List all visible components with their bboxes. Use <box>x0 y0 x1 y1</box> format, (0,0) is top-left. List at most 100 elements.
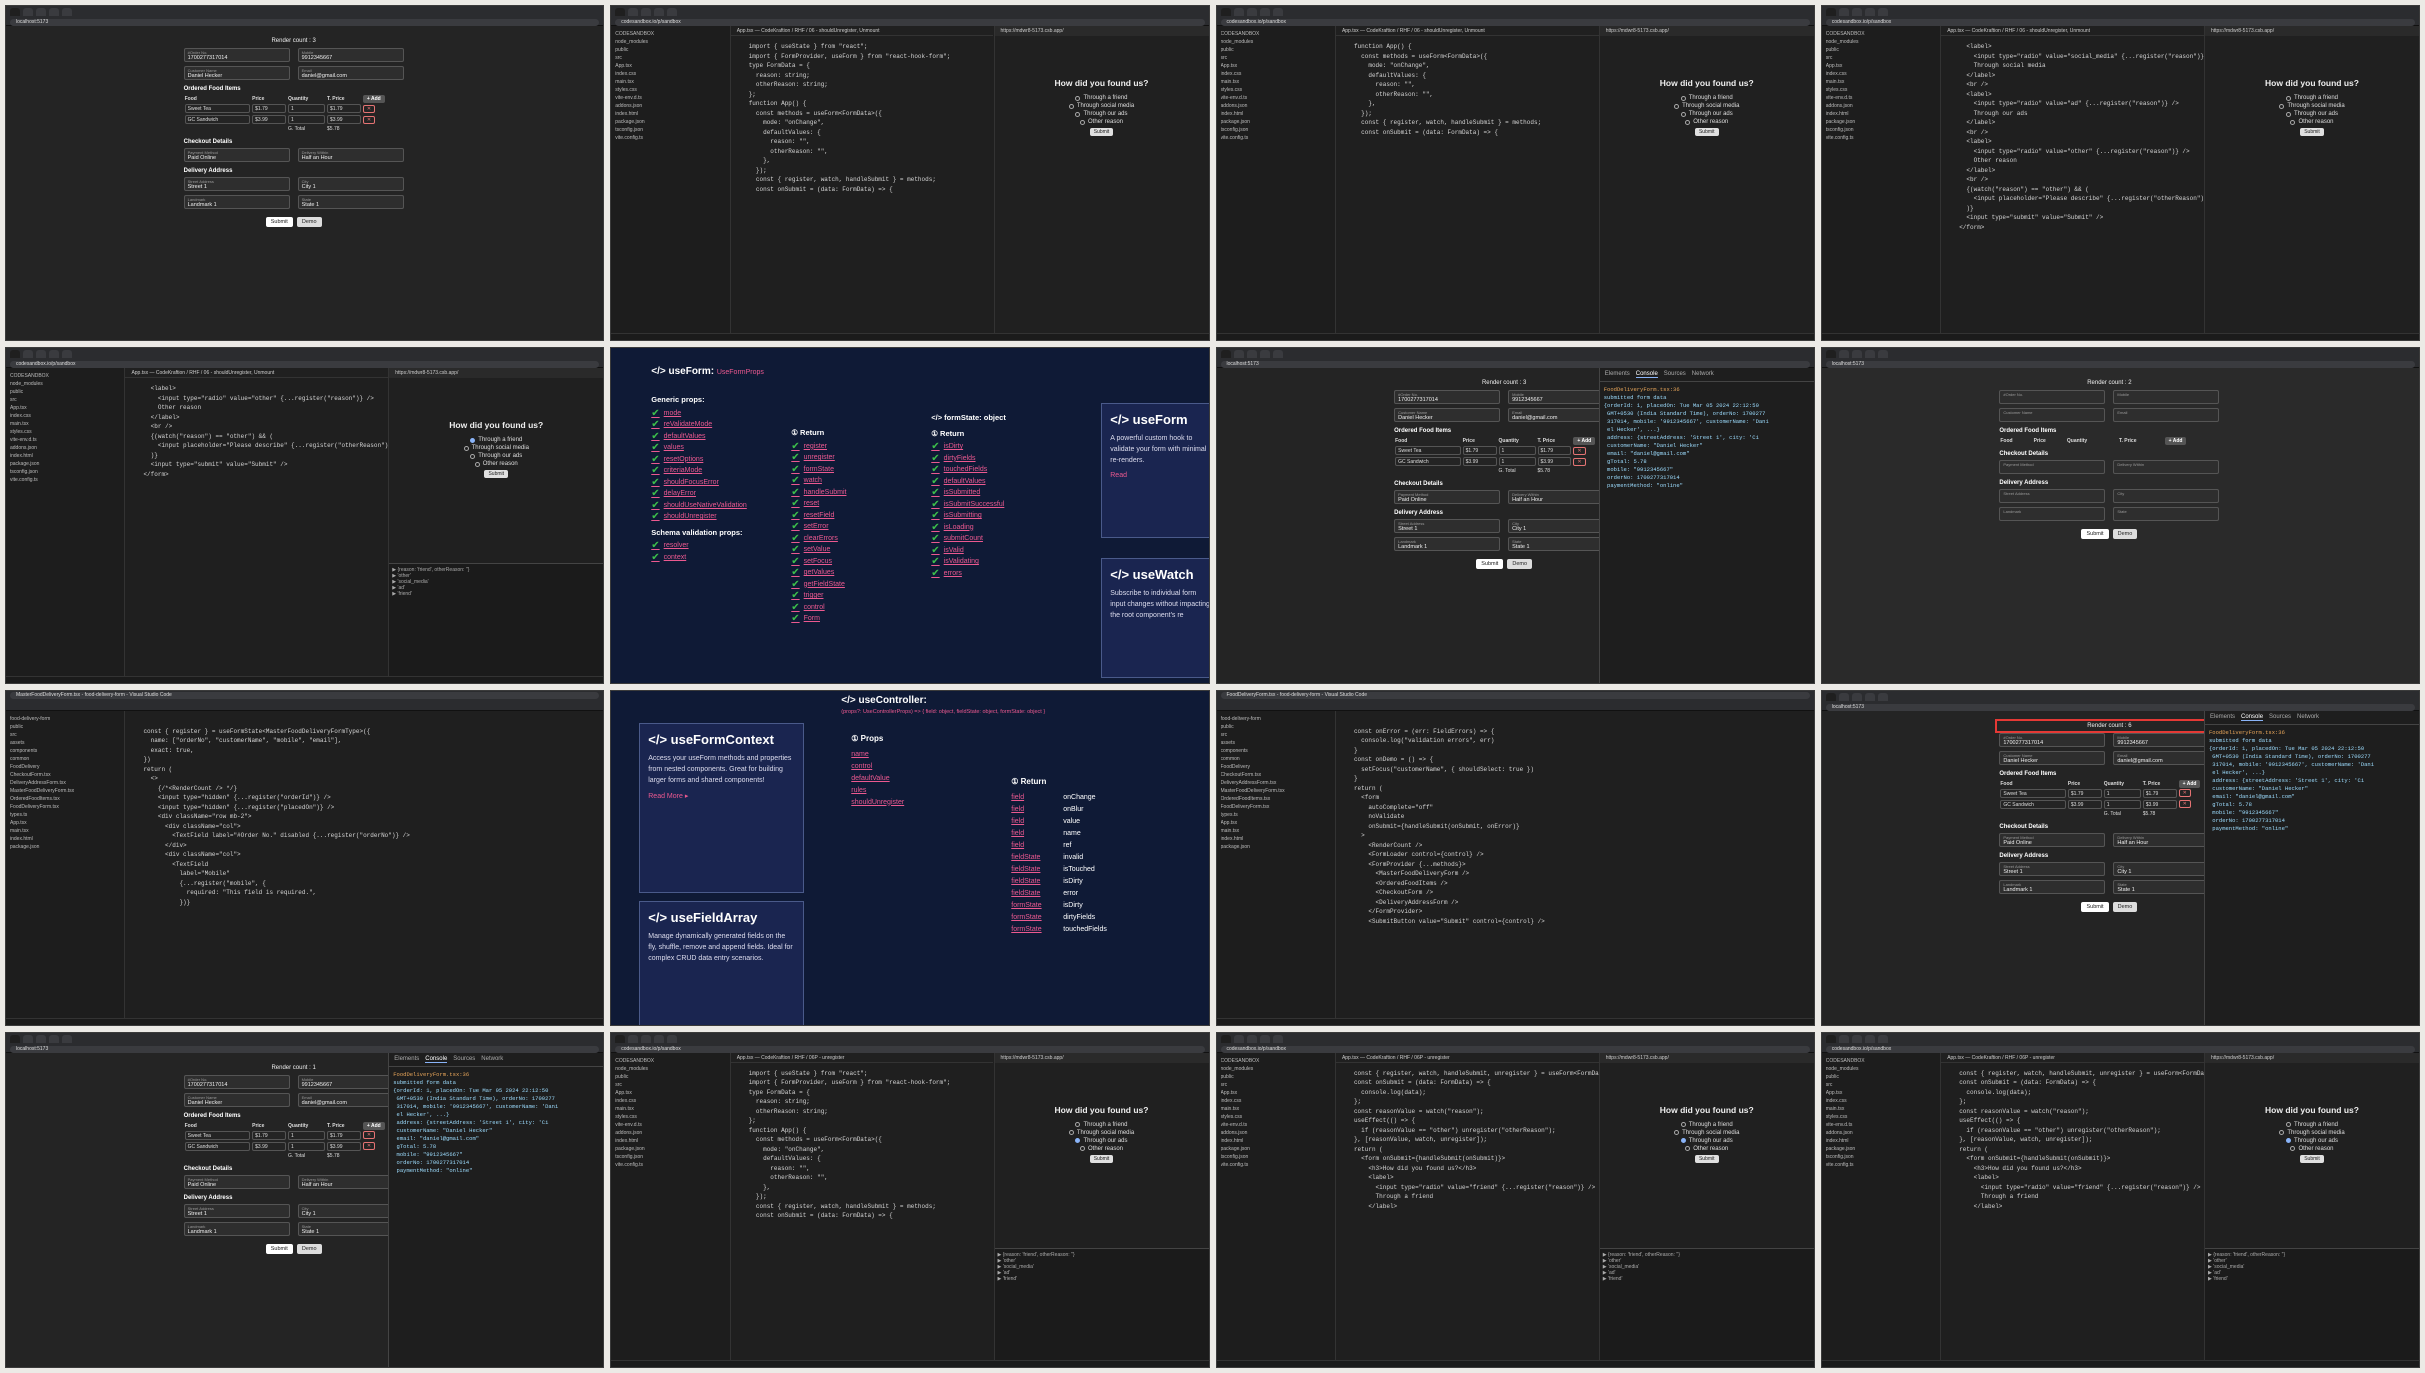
browser-tab[interactable] <box>667 1034 678 1043</box>
return-link[interactable]: formState <box>791 464 846 476</box>
code-editor[interactable]: const { register } = useFormState<Master… <box>125 711 603 1025</box>
address-bar[interactable]: localhost:5173 <box>10 1045 600 1053</box>
address-bar[interactable]: localhost:5173 <box>1825 703 2415 711</box>
file-item[interactable]: main.tsx <box>615 78 725 86</box>
file-item[interactable]: addons.json <box>1826 102 1936 110</box>
file-item[interactable]: package.json <box>1221 843 1331 851</box>
survey-submit-button[interactable]: Submit <box>2300 128 2324 136</box>
file-item[interactable]: CODESANDBOX <box>1826 1057 1936 1065</box>
file-item[interactable]: src <box>1221 1081 1331 1089</box>
cell-input[interactable]: Sweet Tea <box>184 104 251 113</box>
cell-input[interactable]: GC Sandwich <box>1395 457 1461 467</box>
add-item-button[interactable]: + Add <box>2164 437 2187 446</box>
devtools-tab[interactable]: Console <box>2241 714 2264 721</box>
file-item[interactable]: styles.css <box>1826 1113 1936 1121</box>
radio-option[interactable]: Through a friend <box>995 1121 1209 1129</box>
file-item[interactable]: src <box>615 54 725 62</box>
radio-icon[interactable] <box>1075 111 1081 117</box>
return-link[interactable]: getFieldState <box>791 579 846 591</box>
file-item[interactable]: vite-env.d.ts <box>1826 1121 1936 1129</box>
radio-option[interactable]: Through social media <box>1600 1129 1814 1137</box>
prop-link[interactable]: shouldFocusError <box>651 477 747 489</box>
card-link[interactable]: Read More ▸ <box>648 792 795 800</box>
file-item[interactable]: vite.config.ts <box>1221 134 1331 142</box>
prop-link[interactable]: defaultValues <box>651 431 747 443</box>
browser-tab[interactable] <box>1825 1034 1836 1043</box>
prop-link[interactable]: rules <box>851 785 903 797</box>
prop-link[interactable]: shouldUnregister <box>651 511 747 523</box>
file-item[interactable]: addons.json <box>1221 102 1331 110</box>
file-item[interactable]: tsconfig.json <box>615 126 725 134</box>
browser-tab[interactable] <box>1864 1034 1875 1043</box>
file-item[interactable]: public <box>1221 723 1331 731</box>
browser-tab[interactable] <box>1864 692 1875 701</box>
survey-submit-button[interactable]: Submit <box>484 470 509 479</box>
form-field[interactable]: Landmark <box>1999 507 2106 522</box>
file-item[interactable]: index.html <box>1221 1137 1331 1145</box>
radio-option[interactable]: Through our ads <box>995 1137 1209 1145</box>
radio-icon[interactable] <box>470 437 476 443</box>
cell-input[interactable]: GC Sandwich <box>2000 799 2066 809</box>
browser-tab[interactable] <box>36 8 46 16</box>
radio-icon[interactable] <box>1680 111 1686 117</box>
file-item[interactable]: package.json <box>10 460 120 468</box>
address-bar[interactable]: codesandbox.io/p/sandbox <box>1825 19 2415 26</box>
radio-icon[interactable] <box>2285 1122 2291 1128</box>
radio-icon[interactable] <box>1075 1138 1081 1144</box>
file-item[interactable]: types.ts <box>1221 811 1331 819</box>
file-item[interactable]: OrderedFoodItems.tsx <box>1221 795 1331 803</box>
return-link[interactable]: setError <box>791 521 846 533</box>
radio-icon[interactable] <box>463 445 469 451</box>
radio-option[interactable]: Other reason <box>2205 1145 2419 1153</box>
demo-button[interactable]: Demo <box>2112 529 2138 540</box>
browser-tab[interactable] <box>1864 350 1875 359</box>
return-link[interactable]: handleSubmit <box>791 487 847 499</box>
file-item[interactable]: common <box>1221 755 1331 763</box>
return-object[interactable]: field <box>1011 840 1063 852</box>
file-item[interactable]: main.tsx <box>1221 78 1331 86</box>
file-item[interactable]: src <box>1221 54 1331 62</box>
cell-input[interactable]: GC Sandwich <box>184 1141 251 1151</box>
file-item[interactable]: vite.config.ts <box>1826 134 1936 142</box>
file-item[interactable]: index.html <box>615 1137 725 1145</box>
file-item[interactable]: tsconfig.json <box>615 1153 725 1161</box>
browser-tab[interactable] <box>615 8 626 16</box>
prop-link[interactable]: values <box>651 442 747 454</box>
file-item[interactable]: CODESANDBOX <box>1221 1057 1331 1065</box>
survey-submit-button[interactable]: Submit <box>1089 128 1114 136</box>
file-item[interactable]: index.html <box>10 835 120 843</box>
cell-input[interactable]: GC Sandwich <box>184 115 251 124</box>
form-field[interactable]: Payment Method Paid Online <box>1394 490 1501 505</box>
radio-icon[interactable] <box>474 461 480 467</box>
form-field[interactable]: City City 1 <box>297 177 404 191</box>
file-item[interactable]: styles.css <box>1221 86 1331 94</box>
browser-tab[interactable] <box>1877 8 1888 16</box>
prop-link[interactable]: shouldUseNativeValidation <box>651 500 747 512</box>
radio-option[interactable]: Through social media <box>995 102 1209 110</box>
file-item[interactable]: main.tsx <box>1826 78 1936 86</box>
browser-tab[interactable] <box>1220 8 1231 16</box>
browser-tab[interactable] <box>1838 350 1849 359</box>
file-item[interactable]: public <box>615 46 725 54</box>
browser-tab[interactable] <box>1220 1034 1231 1043</box>
file-item[interactable]: public <box>10 723 120 731</box>
radio-option[interactable]: Through our ads <box>2205 1137 2419 1145</box>
prop-link[interactable]: defaultValue <box>851 773 903 785</box>
radio-icon[interactable] <box>1680 1122 1686 1128</box>
prop-link[interactable]: shouldUnregister <box>851 797 904 809</box>
browser-tab[interactable] <box>1838 692 1849 701</box>
file-item[interactable]: public <box>1826 1073 1936 1081</box>
browser-tab[interactable] <box>615 1034 626 1043</box>
radio-option[interactable]: Other reason <box>1600 1145 1814 1153</box>
file-item[interactable]: public <box>10 388 120 396</box>
file-item[interactable]: public <box>1826 46 1936 54</box>
form-field[interactable]: Payment Method Paid Online <box>1999 832 2106 847</box>
file-item[interactable]: node_modules <box>1221 38 1331 46</box>
address-bar[interactable]: codesandbox.io/p/sandbox <box>615 19 1205 26</box>
file-item[interactable]: src <box>1826 54 1936 62</box>
browser-tab[interactable] <box>36 1034 46 1043</box>
browser-tab[interactable] <box>49 1034 59 1043</box>
file-item[interactable]: components <box>1221 747 1331 755</box>
file-item[interactable]: vite.config.ts <box>1826 1161 1936 1169</box>
file-item[interactable]: App.tsx <box>615 1089 725 1097</box>
